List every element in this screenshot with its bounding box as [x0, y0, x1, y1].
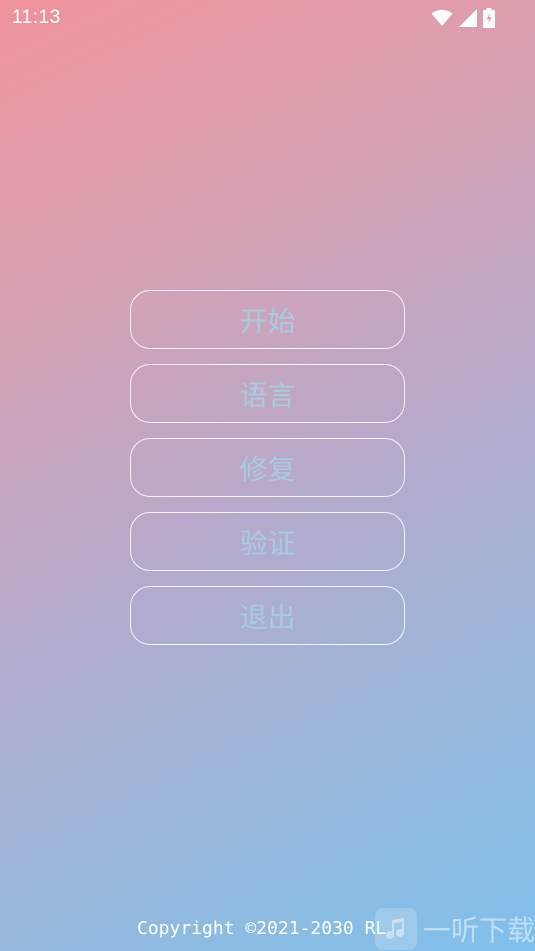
status-time: 11:13 — [12, 7, 61, 28]
verify-button[interactable]: 验证 — [130, 512, 405, 571]
watermark: 一听下载 — [375, 908, 535, 950]
watermark-logo-icon — [375, 908, 417, 950]
status-icons — [431, 8, 495, 28]
language-button[interactable]: 语言 — [130, 364, 405, 423]
status-bar: 11:13 — [0, 0, 535, 36]
start-button[interactable]: 开始 — [130, 290, 405, 349]
wifi-icon — [431, 9, 453, 27]
exit-button[interactable]: 退出 — [130, 586, 405, 645]
battery-charging-icon — [483, 8, 495, 28]
signal-icon — [459, 9, 477, 27]
watermark-text: 一听下载 — [423, 914, 535, 947]
copyright-text: Copyright ©2021-2030 RL — [137, 918, 387, 939]
repair-button[interactable]: 修复 — [130, 438, 405, 497]
main-menu: 开始 语言 修复 验证 退出 — [130, 290, 405, 660]
